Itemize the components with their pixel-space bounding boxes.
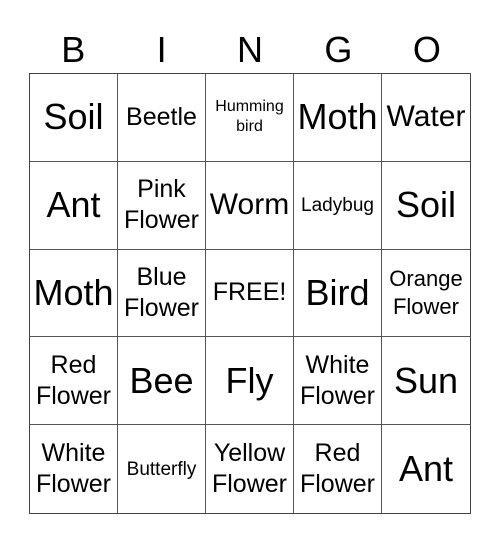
header-letter-g: G [324,29,353,70]
bingo-cell-label: Red Flower [299,438,375,499]
bingo-header: B I N G O [29,28,471,72]
bingo-cell[interactable]: Moth [30,249,118,338]
bingo-cell-label: Blue Flower [123,262,199,322]
bingo-cell-label: Beetle [126,102,197,131]
bingo-cell[interactable]: Butterfly [118,425,206,513]
bingo-cell-label: Moth [33,271,114,313]
bingo-cell-label: Water [386,100,466,134]
bingo-grid: Soil Beetle Humming bird Moth Water Ant Pink Flo… [29,73,471,514]
bingo-cell-label: Bee [129,359,194,401]
bingo-cell-label: Soil [43,96,104,138]
bingo-cell[interactable]: Ladybug [294,161,382,250]
bingo-cell-label: White Flower [299,350,375,410]
header-letter-n: N [237,29,264,70]
bingo-cell-label: Sun [393,359,459,401]
bingo-cell-label: Pink Flower [123,174,199,235]
header-letter-o: O [412,29,441,70]
bingo-cell[interactable]: Water [382,74,470,162]
bingo-cell[interactable]: Fly [206,337,294,426]
bingo-cell[interactable]: Yellow Flower [206,425,294,513]
bingo-cell[interactable]: White Flower [294,337,382,426]
bingo-cell[interactable]: Soil [30,74,118,162]
bingo-cell[interactable]: Ant [30,161,118,250]
bingo-cell[interactable]: Ant [382,425,470,513]
header-letter-b: B [61,29,86,70]
bingo-cell-label: Butterfly [126,458,197,480]
bingo-cell-label: Humming bird [215,97,284,136]
bingo-cell[interactable]: Orange Flower [382,250,470,338]
bingo-cell[interactable]: Blue Flower [118,249,206,338]
bingo-cell-label: Soil [395,184,457,226]
bingo-cell[interactable]: Red Flower [30,337,118,426]
bingo-cell[interactable]: White Flower [30,425,118,513]
bingo-cell-label: Ladybug [301,194,374,216]
bingo-cell-label: FREE! [212,278,287,307]
bingo-cell[interactable]: Beetle [118,74,206,162]
bingo-cell[interactable]: Pink Flower [118,161,206,250]
bingo-cell[interactable]: Worm [206,161,294,250]
bingo-cell-label: Ant [46,184,101,226]
bingo-cell-label: Red Flower [35,350,111,410]
bingo-cell-label: Bird [305,271,370,313]
bingo-cell-label: Worm [209,188,290,222]
bingo-cell-label: Ant [398,448,454,490]
bingo-cell[interactable]: Red Flower [294,425,382,513]
header-letter-i: I [156,29,167,70]
bingo-cell-label: Orange Flower [389,266,463,319]
bingo-cell-label: White Flower [35,438,111,499]
bingo-free-space[interactable]: FREE! [206,249,294,338]
bingo-cell-label: Yellow Flower [211,438,287,499]
bingo-cell[interactable]: Sun [382,337,470,426]
bingo-cell[interactable]: Moth [294,74,382,162]
bingo-cell[interactable]: Soil [382,162,470,250]
bingo-cell-label: Moth [297,96,378,138]
bingo-cell-label: Fly [225,359,274,401]
bingo-cell[interactable]: Humming bird [206,74,294,162]
bingo-cell[interactable]: Bird [294,249,382,338]
bingo-cell[interactable]: Bee [118,337,206,426]
